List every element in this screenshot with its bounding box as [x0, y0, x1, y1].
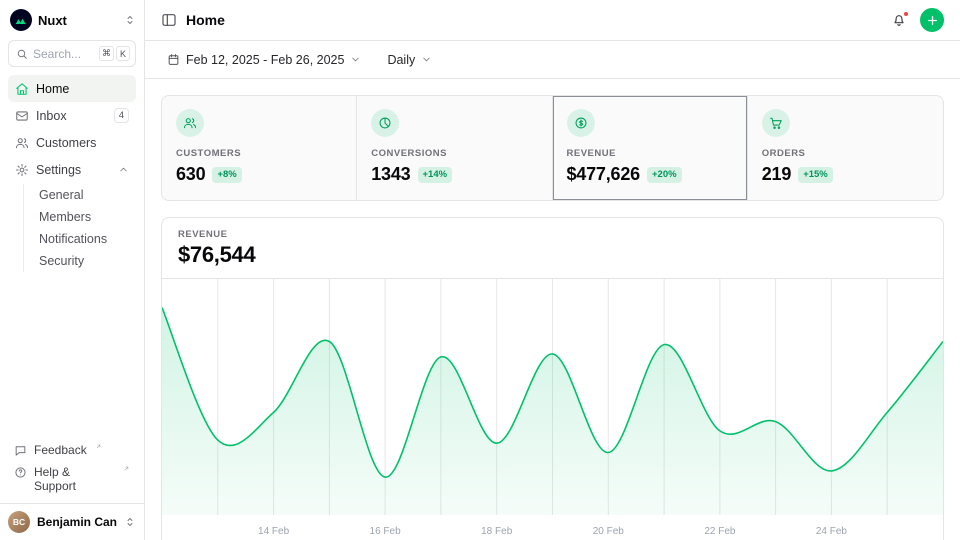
sidebar-footer: Feedback Help & Support — [0, 433, 144, 503]
stat-value: $477,626 — [567, 164, 640, 185]
user-name: Benjamin Canac — [37, 515, 117, 529]
stat-value: 1343 — [371, 164, 410, 185]
sidebar-item-inbox[interactable]: Inbox 4 — [8, 102, 136, 129]
arrow-up-right-icon — [95, 443, 102, 450]
sidebar-item-label: Inbox — [36, 109, 67, 123]
stat-delta-badge: +14% — [418, 167, 453, 183]
chart-plot-area[interactable]: 14 Feb 16 Feb 18 Feb 20 Feb 22 Feb 24 Feb — [162, 278, 943, 540]
mail-icon — [15, 109, 29, 123]
chevron-up-icon — [118, 164, 129, 175]
stat-label: CONVERSIONS — [371, 148, 537, 159]
dollar-circle-icon — [567, 109, 595, 137]
pie-clock-icon — [371, 109, 399, 137]
gear-icon — [15, 163, 29, 177]
svg-text:14 Feb: 14 Feb — [258, 526, 290, 537]
dashboard-content: CUSTOMERS 630 +8% CONVERSIONS 1343 +14% — [145, 79, 960, 540]
stat-card-customers[interactable]: CUSTOMERS 630 +8% — [162, 96, 357, 200]
feedback-link[interactable]: Feedback — [8, 439, 136, 461]
kbd-key: K — [116, 46, 130, 61]
page-title: Home — [186, 12, 225, 28]
cart-icon — [762, 109, 790, 137]
svg-text:18 Feb: 18 Feb — [481, 526, 513, 537]
stat-delta-badge: +8% — [212, 167, 241, 183]
help-support-link[interactable]: Help & Support — [8, 461, 136, 497]
plus-icon — [926, 14, 939, 27]
sidebar-subitem-general[interactable]: General — [33, 184, 136, 206]
help-support-label: Help & Support — [34, 465, 115, 493]
home-icon — [15, 82, 29, 96]
sidebar-item-home[interactable]: Home — [8, 75, 136, 102]
calendar-icon — [167, 53, 180, 66]
sidebar-nav: Home Inbox 4 Customers Settings General … — [0, 75, 144, 272]
stat-value: 630 — [176, 164, 205, 185]
sidebar-item-customers[interactable]: Customers — [8, 129, 136, 156]
arrow-up-right-icon — [123, 465, 130, 472]
sidebar-item-settings[interactable]: Settings — [8, 156, 136, 183]
sidebar-item-label: Home — [36, 82, 69, 96]
chevrons-up-down-icon — [124, 14, 136, 26]
app-window: Nuxt Search... ⌘ K Home Inbox 4 Cu — [0, 0, 960, 540]
panel-left-icon — [161, 12, 177, 28]
sidebar-subitem-notifications[interactable]: Notifications — [33, 228, 136, 250]
chart-total-value: $76,544 — [178, 242, 927, 268]
revenue-chart-card: REVENUE $76,544 14 Feb 16 Feb 18 Feb 20 Feb… — [161, 217, 944, 540]
stat-card-revenue[interactable]: REVENUE $477,626 +20% — [553, 96, 748, 200]
workspace-switcher[interactable]: Nuxt — [0, 0, 144, 38]
avatar: BC — [8, 511, 30, 533]
page-header: Home — [145, 0, 960, 41]
date-range-picker[interactable]: Feb 12, 2025 - Feb 26, 2025 — [161, 48, 367, 72]
sidebar: Nuxt Search... ⌘ K Home Inbox 4 Cu — [0, 0, 145, 540]
stat-delta-badge: +20% — [647, 167, 682, 183]
chevron-down-icon — [350, 54, 361, 65]
settings-submenu: General Members Notifications Security — [23, 184, 136, 272]
nuxt-logo — [10, 9, 32, 31]
svg-text:20 Feb: 20 Feb — [593, 526, 625, 537]
stat-label: CUSTOMERS — [176, 148, 342, 159]
sidebar-subitem-members[interactable]: Members — [33, 206, 136, 228]
stats-row: CUSTOMERS 630 +8% CONVERSIONS 1343 +14% — [161, 95, 944, 201]
inbox-count-badge: 4 — [114, 108, 129, 123]
chevron-down-icon — [421, 54, 432, 65]
svg-text:24 Feb: 24 Feb — [816, 526, 848, 537]
sidebar-subitem-security[interactable]: Security — [33, 250, 136, 272]
user-menu[interactable]: BC Benjamin Canac — [0, 503, 144, 540]
workspace-name: Nuxt — [38, 13, 67, 28]
stat-delta-badge: +15% — [798, 167, 833, 183]
stat-card-orders[interactable]: ORDERS 219 +15% — [748, 96, 943, 200]
feedback-label: Feedback — [34, 443, 87, 457]
search-shortcut: ⌘ K — [99, 46, 130, 61]
search-icon — [16, 48, 28, 60]
sidebar-item-label: Customers — [36, 136, 96, 150]
chevrons-up-down-icon — [124, 516, 136, 528]
kbd-meta: ⌘ — [99, 46, 114, 61]
stat-card-conversions[interactable]: CONVERSIONS 1343 +14% — [357, 96, 552, 200]
filter-toolbar: Feb 12, 2025 - Feb 26, 2025 Daily — [145, 41, 960, 79]
granularity-select[interactable]: Daily — [381, 48, 438, 72]
notification-dot — [903, 11, 909, 17]
search-placeholder: Search... — [33, 47, 81, 61]
date-range-label: Feb 12, 2025 - Feb 26, 2025 — [186, 53, 344, 67]
users-icon — [15, 136, 29, 150]
stat-label: ORDERS — [762, 148, 929, 159]
svg-text:16 Feb: 16 Feb — [370, 526, 402, 537]
people-icon — [176, 109, 204, 137]
question-circle-icon — [14, 466, 27, 479]
svg-text:22 Feb: 22 Feb — [704, 526, 736, 537]
add-button[interactable] — [920, 8, 944, 32]
chart-header: REVENUE $76,544 — [162, 218, 943, 278]
sidebar-item-label: Settings — [36, 163, 81, 177]
stat-value: 219 — [762, 164, 791, 185]
revenue-area-chart[interactable]: 14 Feb 16 Feb 18 Feb 20 Feb 22 Feb 24 Feb — [162, 279, 943, 540]
notifications-button[interactable] — [887, 8, 911, 32]
stat-label: REVENUE — [567, 148, 733, 159]
chart-label: REVENUE — [178, 229, 927, 240]
sidebar-toggle-button[interactable] — [161, 12, 177, 28]
message-icon — [14, 444, 27, 457]
main-area: Home Feb 12, 2025 - Feb 26, 2025 Daily — [145, 0, 960, 540]
granularity-label: Daily — [387, 53, 415, 67]
search-input[interactable]: Search... ⌘ K — [8, 40, 136, 67]
